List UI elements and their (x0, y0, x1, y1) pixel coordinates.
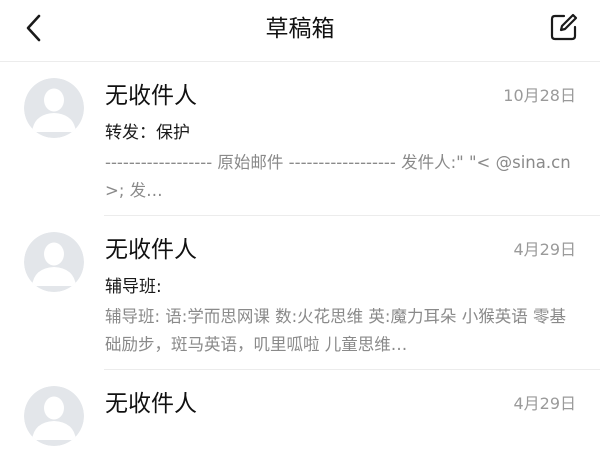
person-placeholder-icon (24, 232, 84, 292)
draft-preview: 辅导班: 语:学而思网课 数:火花思维 英:魔力耳朵 小猴英语 零基础励步，斑马… (105, 307, 566, 354)
draft-subject: 辅导班: (105, 277, 162, 297)
draft-preview: ------------------ 原始邮件 ----------------… (105, 153, 571, 200)
person-placeholder-icon (24, 78, 84, 138)
draft-date: 4月29日 (513, 240, 576, 259)
chevron-left-icon (24, 13, 44, 47)
recipient-label: 无收件人 (105, 237, 197, 263)
avatar (24, 232, 84, 292)
draft-subject: 转发：保护 (105, 123, 190, 143)
recipient-label: 无收件人 (105, 83, 197, 109)
compose-button[interactable] (544, 11, 584, 47)
avatar (24, 386, 84, 446)
avatar (24, 78, 84, 138)
header-bar: 草稿箱 (0, 0, 600, 62)
back-button[interactable] (14, 12, 54, 48)
drafts-screen: 草稿箱 无收件人 10月28日 转发：保护 ------------------… (0, 0, 600, 450)
draft-item[interactable]: 无收件人 4月29日 (0, 370, 600, 450)
draft-list: 无收件人 10月28日 转发：保护 ------------------ 原始邮… (0, 62, 600, 450)
page-title: 草稿箱 (265, 16, 335, 42)
person-placeholder-icon (24, 386, 84, 446)
draft-item[interactable]: 无收件人 4月29日 辅导班: 辅导班: 语:学而思网课 数:火花思维 英:魔力… (0, 216, 600, 370)
draft-date: 10月28日 (503, 86, 576, 105)
recipient-label: 无收件人 (105, 391, 197, 417)
edit-square-icon (549, 12, 579, 46)
draft-date: 4月29日 (513, 394, 576, 413)
draft-item[interactable]: 无收件人 10月28日 转发：保护 ------------------ 原始邮… (0, 62, 600, 216)
